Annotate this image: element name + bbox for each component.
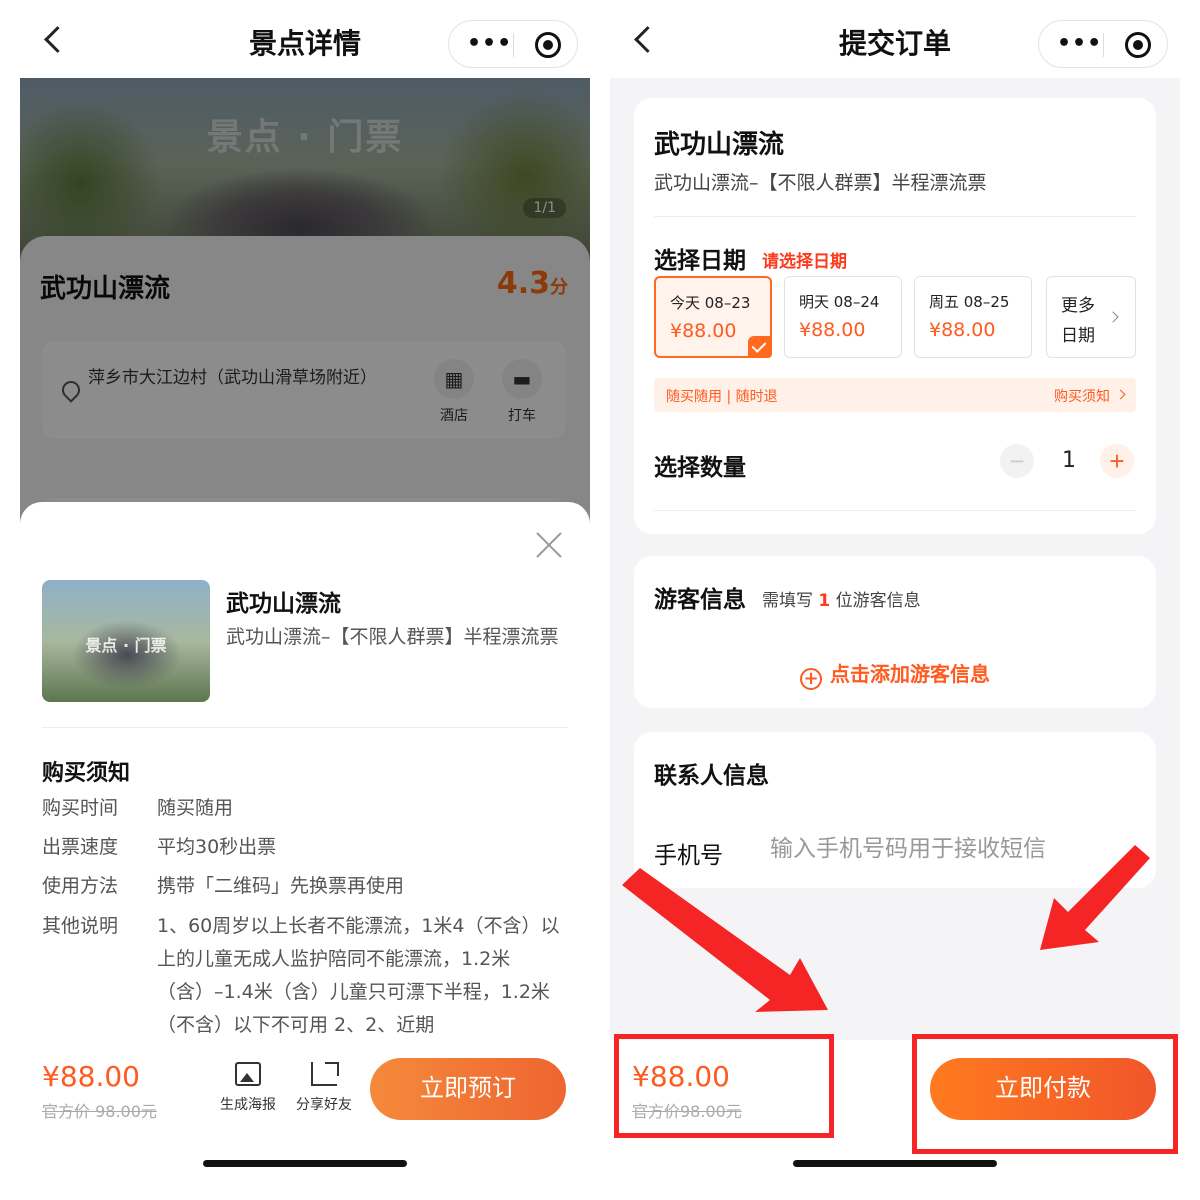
notice-key: 出票速度 [42,836,119,858]
quantity-decrease-button[interactable]: − [1000,444,1034,478]
guest-info-sub: 需填写 1 位游客信息 [762,586,921,611]
date-day: 周五 08–25 [929,293,1010,311]
guest-info-card: 游客信息 需填写 1 位游客信息 + 点击添加游客信息 [634,556,1156,708]
nav-bar: 景点详情 ••• [20,0,590,78]
date-option-today[interactable]: 今天 08–23 ¥88.00 [654,276,772,358]
guest-sub-pre: 需填写 [762,591,813,611]
product-desc: 武功山漂流–【不限人群票】半程漂流票 [654,172,987,194]
nav-bar: 提交订单 ••• [610,0,1180,78]
thumb-caption: 景点 · 门票 [85,636,167,655]
more-dates-button[interactable]: 更多日期 [1046,276,1136,358]
right-screen: 提交订单 ••• 武功山漂流 武功山漂流–【不限人群票】半程漂流票 选择日期 请… [610,0,1180,1200]
notice-row: 使用方法 携带「二维码」先换票再使用 [42,870,572,904]
date-price: ¥88.00 [929,319,996,341]
divider [42,727,568,728]
contact-info-card: 联系人信息 手机号 [634,732,1156,888]
guest-info-title: 游客信息 [654,587,746,613]
order-card: 武功山漂流 武功山漂流–【不限人群票】半程漂流票 选择日期 请选择日期 今天 0… [634,98,1156,534]
divider [654,216,1136,217]
phone-input[interactable] [770,828,1140,870]
notice-row: 出票速度 平均30秒出票 [42,831,572,865]
pay-highlight-box [912,1034,1178,1154]
close-target-icon[interactable] [535,32,561,58]
left-screen: 景点详情 ••• 景点 · 门票 1/1 武功山漂流 4.3分 萍乡市大江边村（… [20,0,590,1200]
poster-button[interactable]: 生成海报 [213,1062,283,1114]
add-guest-label: 点击添加游客信息 [830,662,990,686]
purchase-notice-link[interactable]: 购买须知 [1054,386,1110,406]
close-target-icon[interactable] [1125,32,1151,58]
home-indicator[interactable] [203,1160,407,1167]
notice-title: 购买须知 [42,761,131,786]
mini-program-capsule: ••• [1038,20,1168,68]
guest-sub-post: 位游客信息 [835,591,921,611]
notice-value: 携带「二维码」先换票再使用 [157,875,405,897]
ticket-thumbnail: 景点 · 门票 [42,580,210,702]
notice-bar[interactable]: 随买随用 | 随时退 购买须知 [654,378,1136,412]
plus-circle-icon: + [800,668,822,690]
date-option-friday[interactable]: 周五 08–25 ¥88.00 [914,276,1032,358]
booking-footer: ¥88.00 官方价 98.00元 生成海报 分享好友 立即预订 [20,1040,590,1200]
poster-label: 生成海报 [220,1097,276,1113]
official-price: 官方价 98.00元 [42,1102,157,1121]
notice-tags: 随买随用 | 随时退 [666,389,778,405]
share-label: 分享好友 [296,1097,352,1113]
more-dates-label: 更多日期 [1061,296,1095,346]
divider [654,510,1136,511]
notice-value: 1、60周岁以上长者不能漂流，1米4（不含）以上的儿童无成人监护陪同不能漂流，1… [157,915,560,1036]
notice-value: 平均30秒出票 [157,836,277,858]
phone-label: 手机号 [654,843,723,869]
image-icon [235,1062,261,1086]
add-guest-button[interactable]: + 点击添加游客信息 [634,658,1156,690]
quantity-heading: 选择数量 [654,455,746,481]
date-price: ¥88.00 [799,319,866,341]
ticket-name: 武功山漂流 [226,591,341,617]
guest-count: 1 [818,591,831,611]
ticket-desc: 武功山漂流–【不限人群票】半程漂流票 [226,626,559,648]
notice-key: 购买时间 [42,797,119,819]
date-hint: 请选择日期 [762,252,847,272]
date-price: ¥88.00 [670,320,737,342]
price: ¥88.00 [42,1060,140,1093]
book-now-button[interactable]: 立即预订 [370,1058,566,1120]
mini-program-capsule: ••• [448,20,578,68]
date-day: 今天 08–23 [670,294,751,312]
modal-overlay[interactable] [20,78,590,528]
notice-key: 使用方法 [42,875,119,897]
quantity-increase-button[interactable]: + [1100,444,1134,478]
more-icon[interactable]: ••• [467,31,512,56]
date-heading: 选择日期 [654,248,746,274]
chevron-right-icon [1115,389,1126,400]
date-day: 明天 08–24 [799,293,880,311]
share-icon [311,1062,339,1086]
capsule-divider [1103,33,1104,57]
chevron-right-icon [1107,311,1119,323]
close-icon[interactable] [534,530,564,560]
contact-info-title: 联系人信息 [654,763,769,789]
capsule-divider [513,33,514,57]
home-indicator[interactable] [793,1160,997,1167]
product-name: 武功山漂流 [654,130,785,160]
price-highlight-box [614,1034,834,1138]
check-icon [748,336,772,358]
date-option-tomorrow[interactable]: 明天 08–24 ¥88.00 [784,276,902,358]
notice-row: 其他说明 1、60周岁以上长者不能漂流，1米4（不含）以上的儿童无成人监护陪同不… [42,910,572,1050]
notice-key: 其他说明 [42,915,119,937]
more-icon[interactable]: ••• [1057,31,1102,56]
share-button[interactable]: 分享好友 [289,1062,359,1114]
notice-row: 购买时间 随买随用 [42,792,572,826]
quantity-value: 1 [1062,448,1076,473]
notice-value: 随买随用 [157,797,234,819]
